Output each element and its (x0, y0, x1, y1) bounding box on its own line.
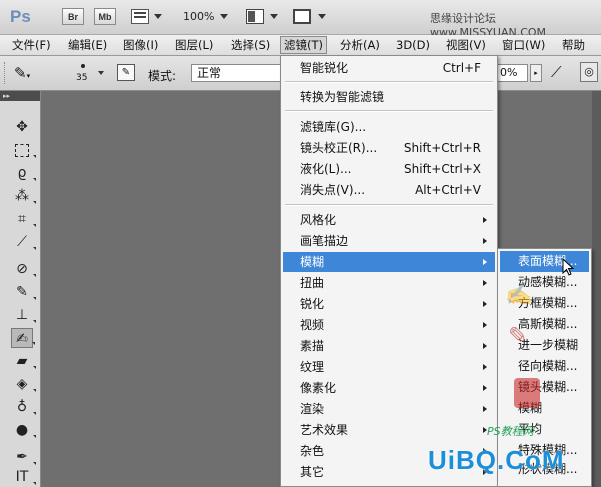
menu-item-convert-smart-filters[interactable]: 转换为智能滤镜 (283, 87, 495, 107)
blur-icon[interactable]: ♁ (11, 397, 36, 417)
type-icon[interactable]: IT (11, 467, 36, 487)
mode-label: 模式: (148, 69, 177, 83)
view-extras-icon[interactable] (131, 9, 149, 24)
options-grip (4, 62, 8, 84)
submenu-arrow-icon (483, 364, 487, 370)
healing-icon[interactable]: ⊘ (11, 259, 36, 279)
chevron-down-icon[interactable] (270, 14, 278, 19)
eyedropper-icon[interactable]: ⟋ (11, 232, 36, 252)
chevron-down-icon[interactable] (318, 14, 326, 19)
menu-view[interactable]: 视图(V) (443, 37, 489, 53)
menu-file[interactable]: 文件(F) (9, 37, 54, 53)
menu-item-sharpen[interactable]: 锐化 (283, 294, 495, 314)
photoshop-logo: Ps (10, 7, 31, 26)
watermark-calligraphy: ✎ (508, 322, 529, 350)
arrange-documents-icon[interactable] (246, 9, 264, 24)
marquee-icon[interactable] (11, 140, 36, 160)
minibridge-button[interactable]: Mb (94, 8, 116, 25)
bridge-button[interactable]: Br (62, 8, 84, 25)
chevron-down-icon[interactable] (154, 14, 162, 19)
menu-item-render[interactable]: 渲染 (283, 399, 495, 419)
strength-slider-arrow[interactable]: ▸ (530, 64, 542, 82)
menu-item-stylize[interactable]: 风格化 (283, 210, 495, 230)
brush-panel-icon[interactable]: ✎ (117, 64, 135, 81)
mouse-cursor-icon (562, 258, 574, 276)
watermark-sub: PS教程网 (487, 425, 534, 438)
chevron-down-icon[interactable] (220, 14, 228, 19)
menu-item-pixelate[interactable]: 像素化 (283, 378, 495, 398)
screen-mode-icon[interactable] (293, 9, 311, 24)
submenu-arrow-icon (483, 343, 487, 349)
brush-icon[interactable]: ✎ (11, 282, 36, 302)
zoom-level[interactable]: 100% (183, 10, 214, 23)
right-panel-edge (592, 91, 601, 487)
submenu-arrow-icon (483, 280, 487, 286)
menu-edit[interactable]: 编辑(E) (65, 37, 110, 53)
watermark-calligraphy: ✍ (505, 282, 533, 307)
submenu-arrow-icon (483, 238, 487, 244)
menu-item-distort[interactable]: 扭曲 (283, 273, 495, 293)
eraser-icon[interactable]: ▰ (11, 351, 36, 371)
menu-layer[interactable]: 图层(L) (172, 37, 216, 53)
brush-size: 35 (76, 73, 88, 83)
submenu-arrow-icon (483, 259, 487, 265)
menu-bar: 文件(F) 编辑(E) 图像(I) 图层(L) 选择(S) 滤镜(T) 分析(A… (0, 35, 601, 68)
watermark-site: UiBQ.CoM (428, 445, 565, 475)
quick-select-icon[interactable]: ⁂ (11, 186, 36, 206)
menu-item-texture[interactable]: 纹理 (283, 357, 495, 377)
stamp-icon[interactable]: ⊥ (11, 305, 36, 325)
submenu-arrow-icon (483, 322, 487, 328)
strength-input[interactable]: 0% (496, 64, 528, 82)
menu-separator (285, 110, 493, 112)
chevron-down-icon[interactable] (98, 71, 104, 75)
menu-analysis[interactable]: 分析(A) (337, 37, 383, 53)
tool-panel: ▸▸ ✥ ϱ ⁂ ⌗ ⟋ ⊘ ✎ ⊥ ✍ ▰ ◈ ♁ ● ✒ IT (0, 91, 41, 487)
panel-collapse-icon[interactable]: ▸▸ (0, 91, 40, 101)
tool-preset-icon[interactable]: ✎▾ (14, 63, 42, 83)
brush-preview-icon[interactable]: 35 (72, 61, 96, 87)
submenu-arrow-icon (483, 406, 487, 412)
filter-menu: 智能锐化 Ctrl+F 转换为智能滤镜 滤镜库(G)... 镜头校正(R)... S… (280, 55, 498, 487)
submenu-item-radial-blur[interactable]: 径向模糊... (500, 356, 589, 377)
menu-item-brush-strokes[interactable]: 画笔描边 (283, 231, 495, 251)
submenu-arrow-icon (483, 301, 487, 307)
submenu-arrow-icon (483, 217, 487, 223)
crop-icon[interactable]: ⌗ (11, 209, 36, 229)
menu-item-smart-sharpen[interactable]: 智能锐化 Ctrl+F (283, 58, 495, 78)
menu-select[interactable]: 选择(S) (228, 37, 273, 53)
menu-filter[interactable]: 滤镜(T) (280, 36, 327, 54)
menu-item-lens-correction[interactable]: 镜头校正(R)... Shift+Ctrl+R (283, 138, 495, 158)
menu-separator (285, 204, 493, 206)
menu-item-sketch[interactable]: 素描 (283, 336, 495, 356)
dodge-icon[interactable]: ● (11, 420, 36, 440)
move-icon[interactable]: ✥ (11, 117, 33, 137)
submenu-item-surface-blur[interactable]: 表面模糊... (500, 251, 589, 272)
menu-item-video[interactable]: 视频 (283, 315, 495, 335)
menu-item-artistic[interactable]: 艺术效果 (283, 420, 495, 440)
lasso-icon[interactable]: ϱ (11, 163, 36, 183)
watermark-seal-icon (514, 378, 540, 408)
menu-item-blur[interactable]: 模糊 (283, 252, 495, 272)
history-brush-icon[interactable]: ✍ (11, 328, 35, 348)
menu-separator (285, 81, 493, 83)
menu-window[interactable]: 窗口(W) (499, 37, 548, 53)
pen-icon[interactable]: ✒ (11, 447, 36, 467)
submenu-arrow-icon (483, 385, 487, 391)
pressure-icon[interactable]: ◎ (580, 62, 598, 82)
mode-select[interactable]: 正常 (191, 64, 281, 82)
menu-item-filter-gallery[interactable]: 滤镜库(G)... (283, 117, 495, 137)
menu-item-vanishing-point[interactable]: 消失点(V)... Alt+Ctrl+V (283, 180, 495, 200)
menu-3d[interactable]: 3D(D) (393, 37, 433, 53)
menu-item-liquify[interactable]: 液化(L)... Shift+Ctrl+X (283, 159, 495, 179)
menu-image[interactable]: 图像(I) (120, 37, 161, 53)
title-bar: Ps Br Mb 100% 思缘设计论坛 www.MISSYUAN.COM (0, 0, 601, 39)
paint-bucket-icon[interactable]: ◈ (11, 374, 36, 394)
sample-all-layers-icon[interactable]: ⟋ (551, 63, 562, 81)
menu-help[interactable]: 帮助(H) (559, 37, 601, 68)
